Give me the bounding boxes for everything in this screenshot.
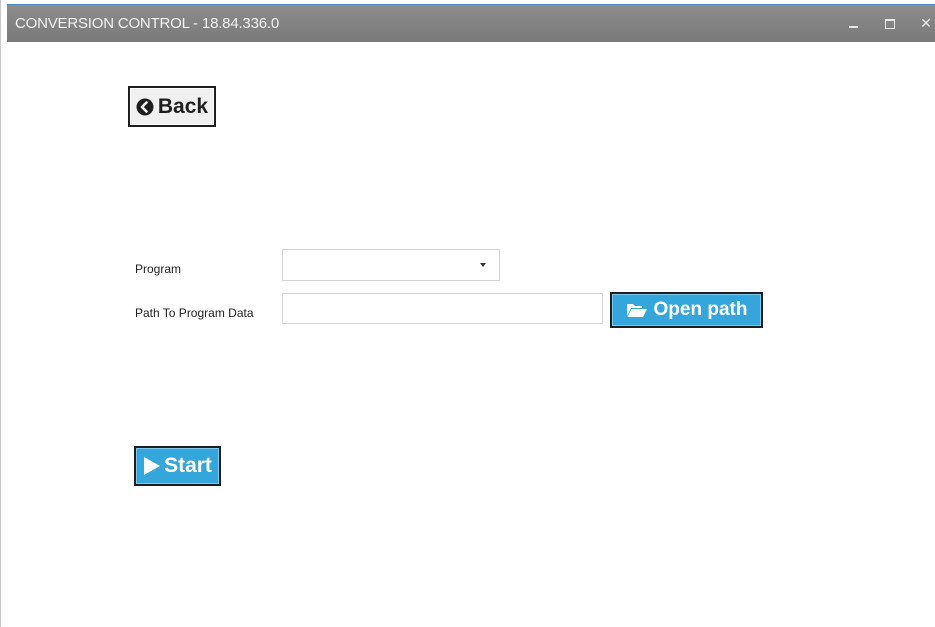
chevron-down-icon [480, 263, 486, 267]
open-path-button[interactable]: Open path [610, 292, 763, 328]
open-path-label: Open path [653, 299, 748, 320]
back-button-label: Back [157, 94, 209, 118]
maximize-icon[interactable] [879, 11, 901, 35]
back-button[interactable]: Back [128, 86, 216, 127]
path-input[interactable] [282, 293, 603, 324]
start-button[interactable]: Start [134, 446, 221, 486]
folder-open-icon [626, 302, 648, 318]
close-icon[interactable]: ✕ [915, 11, 935, 35]
start-button-label: Start [164, 454, 212, 477]
back-circle-icon [136, 98, 154, 116]
minimize-icon[interactable] [843, 11, 865, 35]
program-select[interactable] [282, 249, 500, 281]
window-title: CONVERSION CONTROL - 18.84.336.0 [15, 15, 279, 32]
app-window: CONVERSION CONTROL - 18.84.336.0 ✕ Back … [0, 0, 935, 627]
path-label: Path To Program Data [135, 306, 254, 320]
title-bar[interactable]: CONVERSION CONTROL - 18.84.336.0 ✕ [7, 4, 935, 42]
play-icon [143, 456, 161, 476]
program-label: Program [135, 262, 182, 276]
